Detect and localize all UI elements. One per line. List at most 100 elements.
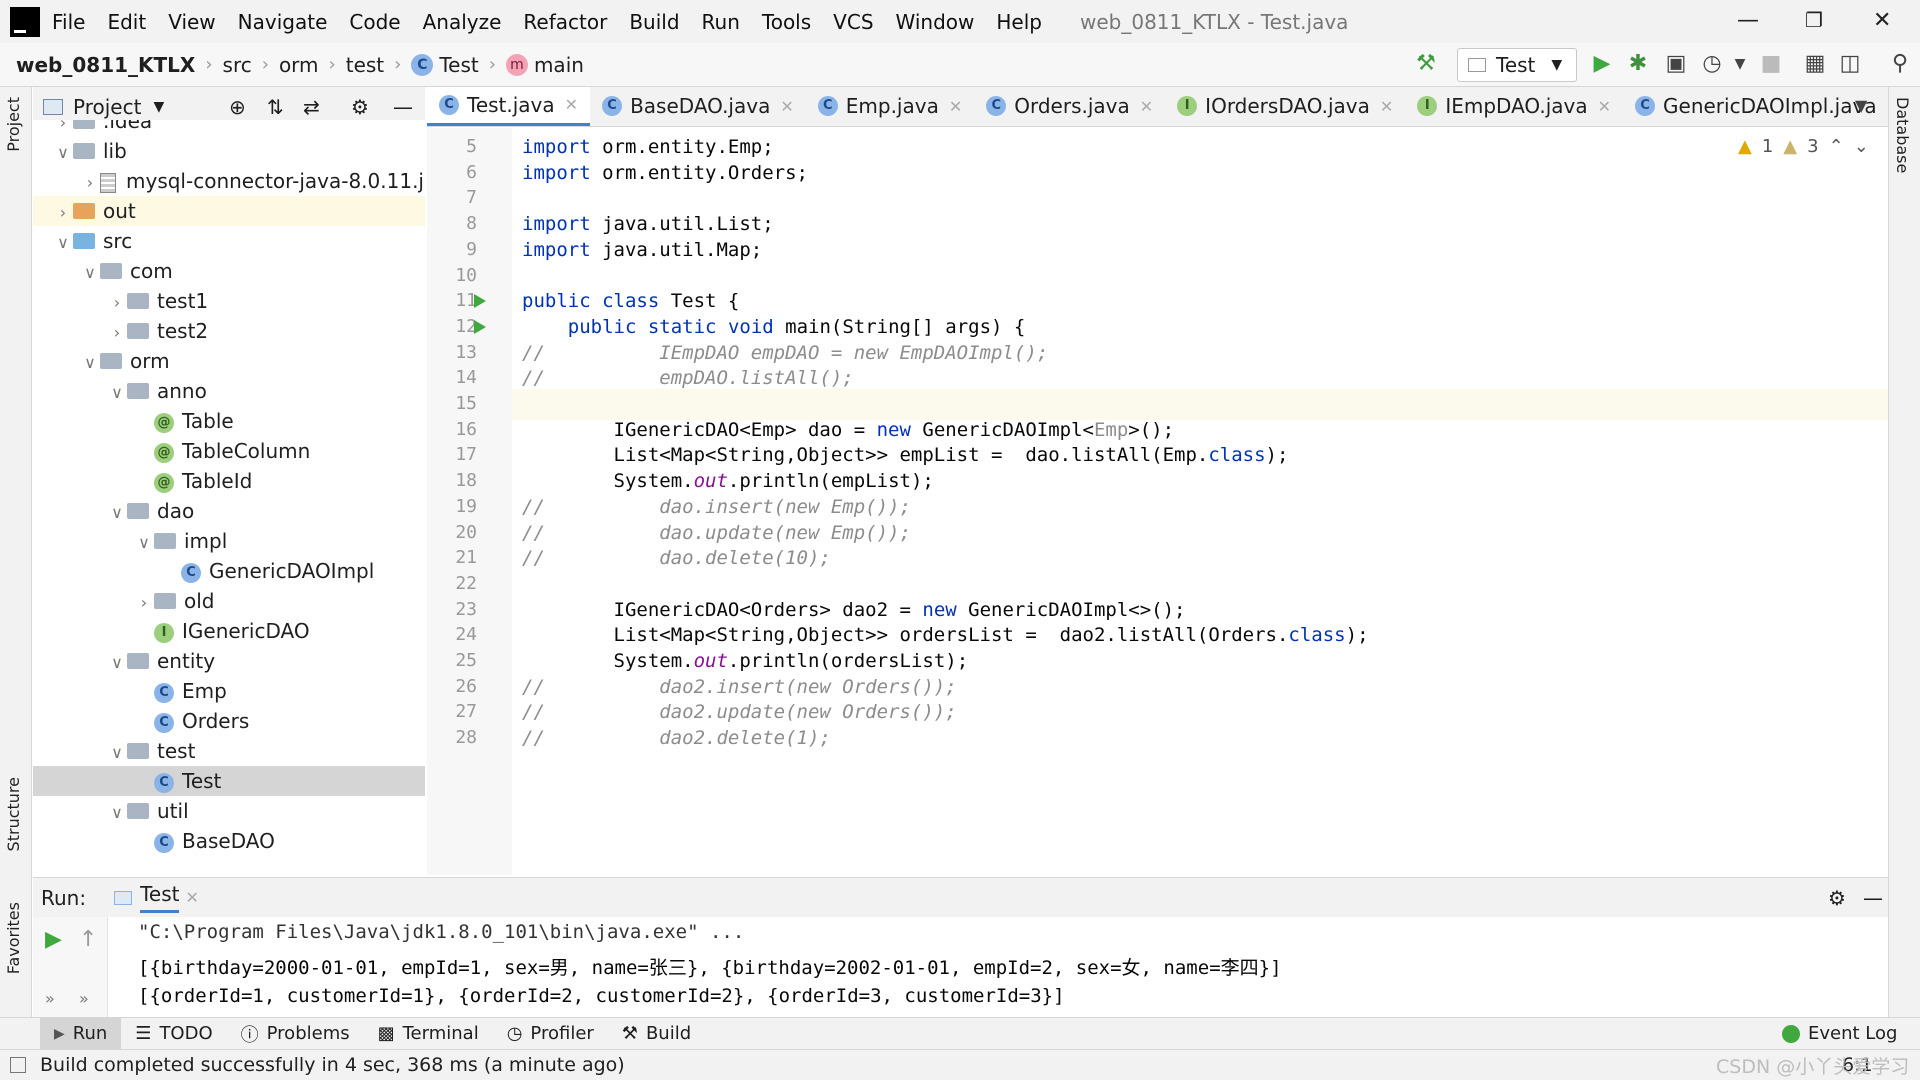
editor-tab[interactable]: C Orders.java ✕ bbox=[974, 87, 1165, 126]
chevron-down-icon[interactable]: ∨ bbox=[134, 528, 154, 558]
inspection-widget[interactable]: ▲ 1 ▲ 3 ⌃ ⌄ bbox=[1738, 136, 1869, 157]
chevron-down-icon[interactable]: ∨ bbox=[107, 798, 127, 828]
bottom-tab-build[interactable]: ⚒ Build bbox=[608, 1018, 705, 1050]
breadcrumb-orm[interactable]: orm bbox=[279, 53, 319, 77]
tree-item[interactable]: ∨ util bbox=[33, 796, 425, 826]
menu-code[interactable]: Code bbox=[349, 10, 400, 34]
tree-item[interactable]: @ Table bbox=[33, 406, 425, 436]
stop-icon[interactable]: ■ bbox=[1759, 52, 1783, 76]
tree-item[interactable]: C BaseDAO bbox=[33, 826, 425, 856]
chevron-right-icon[interactable]: › bbox=[53, 198, 73, 228]
editor-tab[interactable]: C BaseDAO.java ✕ bbox=[590, 87, 806, 126]
bottom-tab-todo[interactable]: ☰ TODO bbox=[121, 1018, 226, 1050]
profile-icon[interactable]: ◷ bbox=[1700, 52, 1724, 76]
tree-item[interactable]: C GenericDAOImpl bbox=[33, 556, 425, 586]
up-arrow-icon[interactable]: ↑ bbox=[79, 927, 97, 952]
previous-highlight-icon[interactable]: ⌃ bbox=[1829, 136, 1844, 157]
chevron-down-icon[interactable]: ∨ bbox=[107, 738, 127, 768]
run-tab-test[interactable]: Test bbox=[140, 882, 180, 913]
database-tool-tab[interactable]: Database bbox=[1893, 97, 1912, 173]
tree-item[interactable]: ∨ orm bbox=[33, 346, 425, 376]
chevron-down-icon[interactable]: ∨ bbox=[107, 648, 127, 678]
gear-icon[interactable]: ⚙ bbox=[1828, 886, 1846, 910]
editor-tab[interactable]: I IEmpDAO.java ✕ bbox=[1405, 87, 1623, 126]
coverage-icon[interactable]: ▣ bbox=[1664, 52, 1688, 76]
gear-icon[interactable]: ⚙ bbox=[351, 95, 369, 119]
chevron-down-icon[interactable]: ∨ bbox=[107, 378, 127, 408]
hide-icon[interactable]: — bbox=[393, 95, 413, 119]
breadcrumb-class[interactable]: Test bbox=[439, 53, 478, 77]
tree-item[interactable]: ∨ entity bbox=[33, 646, 425, 676]
tree-item[interactable]: @ TableId bbox=[33, 466, 425, 496]
chevron-right-icon[interactable]: › bbox=[80, 168, 100, 198]
locate-icon[interactable]: ⊕ bbox=[229, 95, 246, 119]
collapse-all-icon[interactable]: ⇄ bbox=[303, 95, 320, 119]
search-icon[interactable]: ⚲ bbox=[1888, 52, 1912, 76]
menu-run[interactable]: Run bbox=[702, 10, 740, 34]
breadcrumb-method[interactable]: main bbox=[534, 53, 584, 77]
tree-item[interactable]: C Orders bbox=[33, 706, 425, 736]
breadcrumb-src[interactable]: src bbox=[223, 53, 252, 77]
expand-all-icon[interactable]: ⇅ bbox=[267, 95, 284, 119]
chevron-down-icon[interactable]: ∨ bbox=[80, 258, 100, 288]
close-tab-icon[interactable]: ✕ bbox=[1887, 97, 1888, 116]
tree-item[interactable]: › .idea bbox=[33, 120, 425, 136]
chevron-right-icon[interactable]: › bbox=[134, 588, 154, 618]
chevron-right-icon[interactable]: › bbox=[107, 318, 127, 348]
project-structure-icon[interactable]: ▦ bbox=[1803, 52, 1827, 76]
chevron-down-icon[interactable]: ∨ bbox=[53, 228, 73, 258]
project-panel-title[interactable]: Project bbox=[73, 95, 141, 119]
menu-analyze[interactable]: Analyze bbox=[423, 10, 502, 34]
tree-item[interactable]: › out bbox=[33, 196, 425, 226]
menu-vcs[interactable]: VCS bbox=[833, 10, 873, 34]
tree-item[interactable]: ∨ anno bbox=[33, 376, 425, 406]
run-gutter-icon[interactable] bbox=[474, 319, 486, 334]
menu-edit[interactable]: Edit bbox=[107, 10, 146, 34]
close-tab-icon[interactable]: ✕ bbox=[949, 97, 962, 116]
close-tab-icon[interactable]: ✕ bbox=[1380, 97, 1393, 116]
toggle-tool-windows-icon[interactable] bbox=[10, 1057, 26, 1073]
editor-tab[interactable]: C Emp.java ✕ bbox=[806, 87, 974, 126]
next-highlight-icon[interactable]: ⌄ bbox=[1854, 136, 1869, 157]
menu-help[interactable]: Help bbox=[996, 10, 1042, 34]
bottom-tab-profiler[interactable]: ◷ Profiler bbox=[493, 1018, 608, 1050]
tree-item[interactable]: ∨ com bbox=[33, 256, 425, 286]
tree-item[interactable]: ∨ lib bbox=[33, 136, 425, 166]
chevron-down-icon[interactable]: ∨ bbox=[80, 348, 100, 378]
breadcrumb-test[interactable]: test bbox=[346, 53, 384, 77]
bottom-tab-run[interactable]: ▶ Run bbox=[40, 1017, 122, 1050]
debug-bug-icon[interactable]: ✱ bbox=[1626, 52, 1650, 76]
hide-icon[interactable]: — bbox=[1863, 886, 1883, 910]
menu-window[interactable]: Window bbox=[896, 10, 975, 34]
project-tool-tab[interactable]: Project bbox=[4, 97, 23, 152]
menu-view[interactable]: View bbox=[168, 10, 215, 34]
close-tab-icon[interactable]: ✕ bbox=[565, 95, 578, 114]
event-log-tab[interactable]: Event Log bbox=[1768, 1018, 1911, 1050]
more-run-chevron-icon[interactable]: ▼ bbox=[1728, 52, 1752, 76]
menu-navigate[interactable]: Navigate bbox=[238, 10, 328, 34]
bottom-tab-terminal[interactable]: ▩ Terminal bbox=[364, 1018, 493, 1050]
close-tab-icon[interactable]: ✕ bbox=[780, 97, 793, 116]
tree-item[interactable]: ∨ dao bbox=[33, 496, 425, 526]
tree-item[interactable]: › test1 bbox=[33, 286, 425, 316]
close-tab-icon[interactable]: ✕ bbox=[1598, 97, 1611, 116]
tree-item[interactable]: › test2 bbox=[33, 316, 425, 346]
structure-tool-tab[interactable]: Structure bbox=[4, 777, 23, 851]
tree-item[interactable]: I IGenericDAO bbox=[33, 616, 425, 646]
breadcrumb-project[interactable]: web_0811_KTLX bbox=[16, 53, 195, 77]
run-gutter-icon[interactable] bbox=[474, 294, 486, 309]
editor-tab[interactable]: C GenericDAOImpl.java ✕ bbox=[1623, 87, 1888, 126]
menu-build[interactable]: Build bbox=[629, 10, 679, 34]
more-icon[interactable]: » bbox=[45, 989, 55, 1008]
close-icon[interactable]: ✕ bbox=[1873, 8, 1891, 33]
tree-item[interactable]: C Emp bbox=[33, 676, 425, 706]
restore-icon[interactable]: ❐ bbox=[1805, 8, 1823, 32]
menu-refactor[interactable]: Refactor bbox=[523, 10, 607, 34]
tree-item[interactable]: › old bbox=[33, 586, 425, 616]
build-hammer-icon[interactable]: ⚒ bbox=[1414, 52, 1438, 76]
more-icon[interactable]: » bbox=[79, 989, 89, 1008]
status-message[interactable]: Build completed successfully in 4 sec, 3… bbox=[40, 1054, 625, 1076]
run-icon[interactable]: ▶ bbox=[1590, 52, 1614, 76]
chevron-down-icon[interactable]: ▼ bbox=[153, 99, 164, 115]
layout-icon[interactable]: ◫ bbox=[1838, 52, 1862, 76]
